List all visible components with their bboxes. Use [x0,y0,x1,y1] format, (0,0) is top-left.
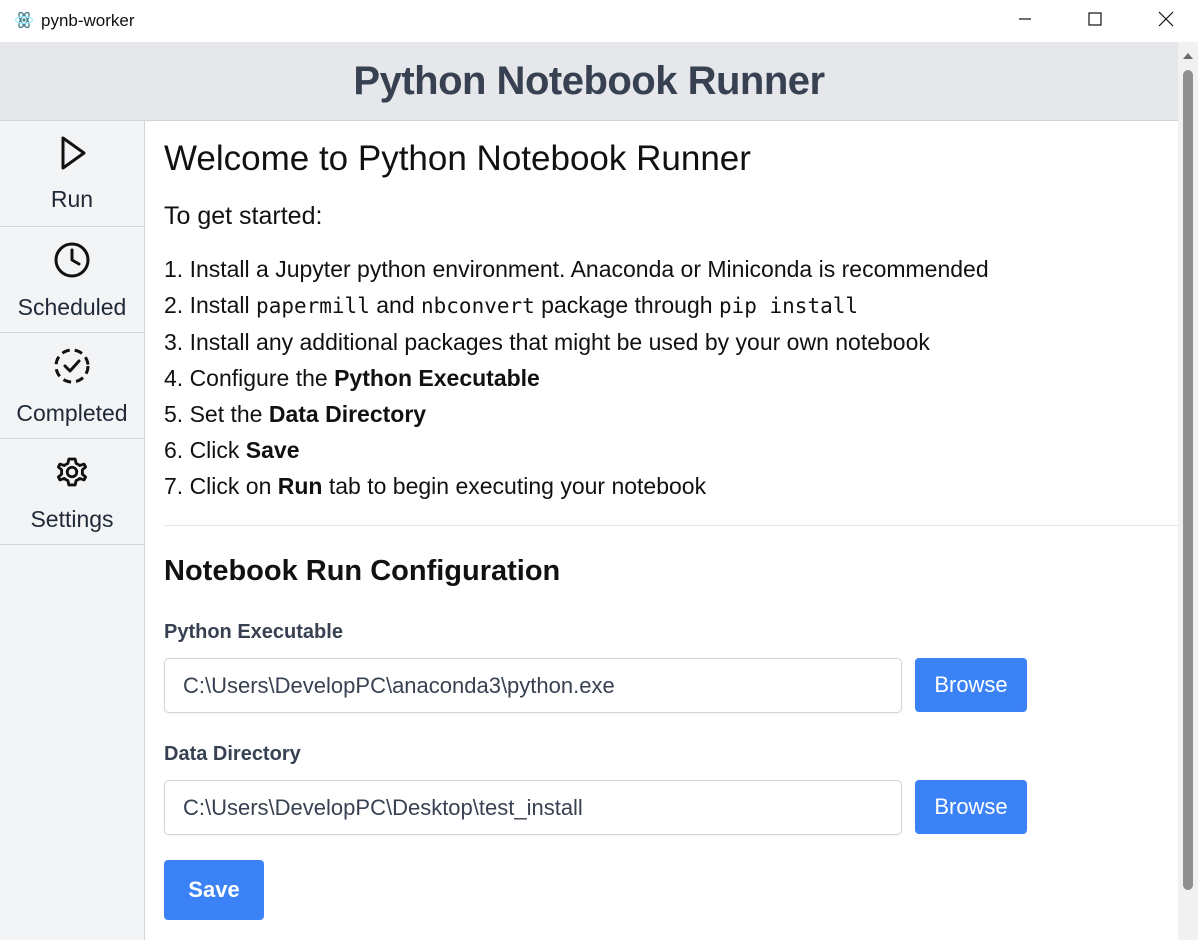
sidebar-item-completed[interactable]: Completed [0,333,144,439]
minimize-icon [1018,12,1032,31]
python-executable-label: Python Executable [164,621,343,643]
python-executable-input[interactable] [164,658,902,713]
app-header: Python Notebook Runner [0,42,1178,121]
window-title: pynb-worker [41,11,135,30]
dashed-check-circle-icon [53,333,91,390]
sidebar-item-label: Run [50,186,94,212]
browse-data-button[interactable]: Browse [915,780,1027,834]
save-button[interactable]: Save [164,860,264,920]
scrollbar[interactable] [1178,42,1198,940]
maximize-icon [1088,11,1102,31]
sidebar: Run Scheduled Completed Settings [0,121,145,940]
sidebar-item-run[interactable]: Run [0,121,144,227]
clock-icon [53,227,91,284]
sidebar-item-settings[interactable]: Settings [0,439,144,545]
close-button[interactable] [1143,0,1189,42]
maximize-button[interactable] [1072,0,1118,42]
sidebar-item-label: Settings [30,506,114,532]
list-item: 2. Install papermill and nbconvert packa… [164,292,859,318]
sidebar-item-scheduled[interactable]: Scheduled [0,227,144,333]
scrollbar-thumb[interactable] [1183,70,1193,890]
play-icon [55,121,89,176]
steps-list: 1. Install a Jupyter python environment.… [164,251,989,504]
close-icon [1158,11,1174,32]
list-item: 6. Click Save [164,437,300,463]
sidebar-item-label: Scheduled [17,294,127,320]
gear-icon [53,439,91,496]
data-directory-label: Data Directory [164,743,301,765]
config-title: Notebook Run Configuration [164,555,561,587]
list-item: 4. Configure the Python Executable [164,365,540,391]
scroll-up-icon[interactable] [1182,48,1194,66]
browse-python-button[interactable]: Browse [915,658,1027,712]
list-item: 3. Install any additional packages that … [164,329,930,355]
minimize-button[interactable] [1002,0,1048,42]
getting-started-text: To get started: [164,202,323,230]
welcome-heading: Welcome to Python Notebook Runner [164,139,751,178]
data-directory-input[interactable] [164,780,902,835]
list-item: 1. Install a Jupyter python environment.… [164,256,989,282]
list-item: 7. Click on Run tab to begin executing y… [164,473,707,499]
app-title: Python Notebook Runner [353,58,825,103]
electron-app-icon [14,10,34,30]
sidebar-item-label: Completed [16,400,128,426]
divider [164,525,1178,526]
window-titlebar: pynb-worker [0,0,1198,42]
list-item: 5. Set the Data Directory [164,401,427,427]
